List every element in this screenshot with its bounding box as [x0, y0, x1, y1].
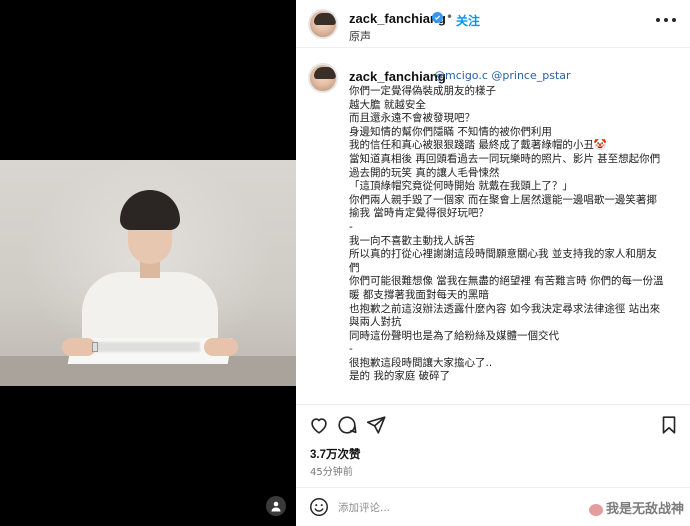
video-frame[interactable]	[0, 160, 296, 386]
caption-line: 揄我 當時肯定覺得很好玩吧？	[349, 207, 489, 220]
caption-avatar[interactable]	[308, 63, 338, 93]
heart-icon[interactable]	[308, 414, 330, 436]
post-panel: zack_fanchiang • 关注 原声 zack_fanchiang @m…	[296, 0, 690, 526]
caption-line: 所以真的打從心裡謝謝這段時間願意關心我 並支持我的家人和朋友	[349, 248, 657, 261]
caption-line: 與兩人對抗	[349, 316, 402, 329]
post-header: zack_fanchiang • 关注 原声	[296, 0, 690, 48]
video-hand-right	[204, 338, 238, 356]
caption-text: 你們一定覺得偽裝成朋友的樣子 越大膽 就越安全 而且還永遠不會被發現吧？ 身邊知…	[349, 85, 685, 384]
video-player[interactable]	[0, 0, 296, 526]
video-hand-left	[62, 338, 96, 356]
video-blurred-text	[80, 342, 200, 352]
caption-line: -	[349, 220, 353, 233]
caption-line: 暖 都支撐著我面對每天的黑暗	[349, 288, 489, 301]
follow-button[interactable]: 关注	[456, 12, 480, 29]
audio-label[interactable]: 原声	[349, 28, 371, 44]
watermark: 我是无敌战神	[588, 498, 684, 517]
user-icon[interactable]	[266, 496, 286, 516]
weibo-logo-icon	[588, 503, 603, 516]
caption-line: 身邊知情的幫你們隱瞞 不知情的被你們利用	[349, 125, 552, 138]
watermark-text: 我是无敌战神	[605, 502, 684, 517]
send-icon[interactable]	[365, 414, 387, 436]
caption-line: 們	[349, 261, 360, 274]
comment-input[interactable]	[338, 500, 538, 516]
like-count[interactable]: 3.7万次赞	[310, 446, 361, 462]
more-icon[interactable]	[656, 18, 676, 24]
divider	[296, 487, 690, 488]
caption-area: zack_fanchiang @mcigo.c @prince_pstar 你們…	[296, 58, 690, 404]
caption-line: 你們一定覺得偽裝成朋友的樣子	[349, 85, 496, 97]
caption-line: 同時這份聲明也是為了給粉絲及媒體一個交代	[349, 329, 559, 342]
caption-line: 我的信任和真心被狠狠踐踏 最終成了戴著綠帽的小丑🤡	[349, 139, 607, 152]
action-bar	[308, 414, 680, 438]
caption-line: 是的 我的家庭 破碎了	[349, 370, 451, 383]
video-watch	[92, 342, 98, 352]
caption-line: 而且還永遠不會被發現吧？	[349, 112, 475, 125]
caption-username[interactable]: zack_fanchiang	[349, 69, 446, 84]
caption-line: 「這頂綠帽究竟從何時開始 就戴在我頭上了？」	[349, 180, 573, 193]
caption-line: -	[349, 343, 353, 356]
divider	[296, 404, 690, 405]
caption-line: 很抱歉這段時間讓大家擔心了..	[349, 356, 493, 369]
caption-mentions[interactable]: @mcigo.c @prince_pstar	[434, 69, 571, 82]
caption-line: 越大膽 就越安全	[349, 98, 426, 111]
separator-dot: •	[446, 10, 454, 24]
caption-line: 你們兩人親手毀了一個家 而在聚會上居然還能一邊唱歌一邊笑著揶	[349, 193, 657, 206]
verified-icon	[432, 12, 443, 23]
caption-line: 當知道真相後 再回頭看過去一同玩樂時的照片、影片 甚至想起你們	[349, 152, 661, 165]
avatar[interactable]	[308, 9, 338, 39]
emoji-icon[interactable]	[308, 496, 330, 518]
caption-line: 我一向不喜歡主動找人訴苦	[349, 234, 475, 247]
caption-line: 過去開的玩笑 真的讓人毛骨悚然	[349, 166, 500, 179]
caption-line: 你們可能很難想像 當我在無盡的絕望裡 有苦難言時 你們的每一份溫	[349, 275, 664, 288]
caption-line: 也抱歉之前這沒辦法透露什麼內容 如今我決定尋求法律途徑 站出來	[349, 302, 661, 315]
bookmark-icon[interactable]	[658, 414, 680, 436]
comment-icon[interactable]	[336, 414, 358, 436]
post-timestamp[interactable]: 45分钟前	[310, 463, 353, 478]
